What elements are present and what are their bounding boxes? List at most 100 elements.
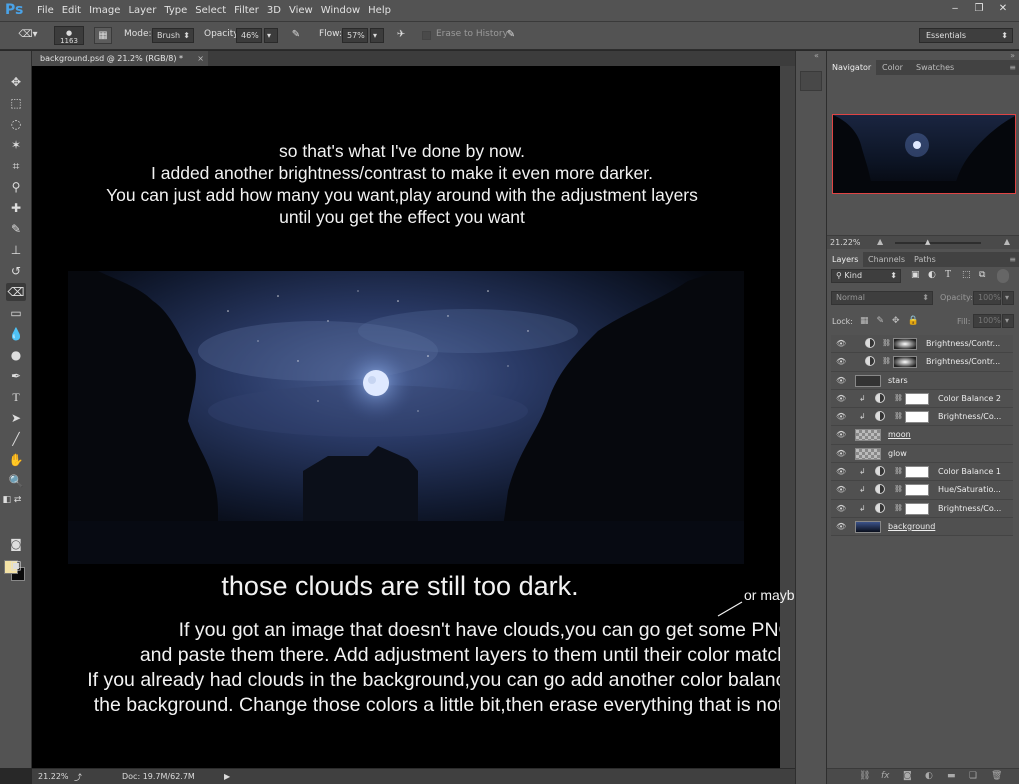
panel-menu-icon[interactable]: ≡ bbox=[1009, 255, 1016, 264]
menu-filter[interactable]: Filter bbox=[234, 0, 267, 22]
delete-layer-icon[interactable]: 🗑 bbox=[991, 771, 1002, 781]
filter-adjustment-icon[interactable]: ◐ bbox=[928, 270, 936, 280]
layer-row[interactable]: 👁 moon bbox=[831, 426, 1013, 445]
layer-opacity-field[interactable]: 100% bbox=[973, 291, 1001, 305]
filter-smart-object-icon[interactable]: ⧉ bbox=[979, 270, 985, 280]
tab-paths[interactable]: Paths bbox=[909, 252, 941, 267]
filter-pixel-icon[interactable]: ▣ bbox=[911, 270, 920, 280]
eye-icon[interactable]: 👁 bbox=[836, 394, 846, 403]
flow-dropdown[interactable]: ▾ bbox=[370, 28, 384, 43]
panel-menu-icon[interactable]: ≡ bbox=[1009, 63, 1016, 72]
eye-icon[interactable]: 👁 bbox=[836, 449, 846, 458]
menu-edit[interactable]: Edit bbox=[62, 0, 89, 22]
layer-row[interactable]: 👁 ↲ ⛓ Color Balance 1 bbox=[831, 463, 1013, 482]
layer-mask-thumbnail[interactable] bbox=[905, 411, 929, 424]
status-menu-arrow-icon[interactable]: ▶ bbox=[224, 772, 230, 781]
quick-mask-icon[interactable]: ◙ bbox=[6, 535, 26, 553]
layer-style-icon[interactable]: fx bbox=[881, 771, 890, 781]
menu-select[interactable]: Select bbox=[195, 0, 234, 22]
fill-dropdown[interactable]: ▾ bbox=[1002, 314, 1014, 328]
link-icon[interactable]: ⛓ bbox=[894, 485, 903, 493]
layer-row[interactable]: 👁 ⛓ Brightness/Contr... bbox=[831, 335, 1013, 354]
brush-panel-icon[interactable]: ▦ bbox=[94, 27, 112, 44]
crop-tool-icon[interactable]: ⌗ bbox=[6, 157, 26, 175]
layer-row[interactable]: 👁 ↲ ⛓ Brightness/Co... bbox=[831, 499, 1013, 518]
eye-icon[interactable]: 👁 bbox=[836, 467, 846, 476]
move-tool-icon[interactable]: ✥ bbox=[6, 73, 26, 91]
menu-layer[interactable]: Layer bbox=[128, 0, 164, 22]
document-canvas[interactable]: so that's what I've done by now. I added… bbox=[32, 66, 780, 768]
menu-type[interactable]: Type bbox=[164, 0, 195, 22]
eye-icon[interactable]: 👁 bbox=[836, 485, 846, 494]
mode-select[interactable]: Brush ⬍ bbox=[152, 28, 194, 43]
workspace-select[interactable]: Essentials ⬍ bbox=[919, 28, 1013, 43]
layer-row[interactable]: 👁 glow bbox=[831, 444, 1013, 464]
eye-icon[interactable]: 👁 bbox=[836, 412, 846, 421]
expand-arrows-icon[interactable]: » bbox=[1010, 51, 1015, 60]
menu-window[interactable]: Window bbox=[321, 0, 368, 22]
pressure-opacity-icon[interactable]: ✎ bbox=[287, 27, 305, 44]
filter-type-icon[interactable]: T bbox=[945, 269, 951, 280]
brush-tool-icon[interactable]: ✎ bbox=[6, 220, 26, 238]
document-tab[interactable]: background.psd @ 21.2% (RGB/8) * × bbox=[32, 51, 208, 66]
layer-mask-thumbnail[interactable] bbox=[893, 356, 917, 369]
marquee-tool-icon[interactable]: ⬚ bbox=[6, 94, 26, 112]
dodge-tool-icon[interactable]: ● bbox=[6, 346, 26, 364]
airbrush-icon[interactable]: ✈ bbox=[392, 27, 410, 44]
screen-mode-icon[interactable]: ▣ bbox=[6, 556, 26, 574]
eye-icon[interactable]: 👁 bbox=[836, 357, 846, 366]
tab-color[interactable]: Color bbox=[877, 60, 908, 75]
layer-row[interactable]: 👁 ⛓ Brightness/Contr... bbox=[831, 353, 1013, 372]
healing-brush-tool-icon[interactable]: ✚ bbox=[6, 199, 26, 217]
eye-icon[interactable]: 👁 bbox=[836, 522, 846, 531]
type-tool-icon[interactable]: T bbox=[6, 388, 26, 406]
default-colors-icon[interactable]: ◧ ⇄ bbox=[2, 491, 22, 509]
fill-field[interactable]: 100% bbox=[973, 314, 1001, 328]
layer-mask-thumbnail[interactable] bbox=[905, 502, 929, 515]
add-mask-icon[interactable]: ◙ bbox=[903, 771, 912, 781]
layer-mask-thumbnail[interactable] bbox=[905, 392, 929, 405]
eye-icon[interactable]: 👁 bbox=[836, 376, 846, 385]
menu-help[interactable]: Help bbox=[368, 0, 399, 22]
link-layers-icon[interactable]: ⛓ bbox=[859, 771, 870, 781]
erase-history-checkbox[interactable] bbox=[422, 31, 431, 40]
close-tab-icon[interactable]: × bbox=[197, 51, 204, 66]
zoom-tool-icon[interactable]: 🔍 bbox=[6, 472, 26, 490]
zoom-in-icon[interactable]: ▲ bbox=[1004, 237, 1010, 246]
layer-mask-thumbnail[interactable] bbox=[893, 338, 917, 350]
layer-mask-thumbnail[interactable] bbox=[905, 466, 929, 479]
new-adjustment-icon[interactable]: ◐ bbox=[925, 771, 933, 781]
layer-mask-thumbnail[interactable] bbox=[905, 484, 929, 497]
history-brush-tool-icon[interactable]: ↺ bbox=[6, 262, 26, 280]
layer-opacity-dropdown[interactable]: ▾ bbox=[1002, 291, 1014, 305]
eye-icon[interactable]: 👁 bbox=[836, 339, 846, 348]
zoom-slider-thumb-icon[interactable]: ▲ bbox=[925, 238, 930, 246]
link-icon[interactable]: ⛓ bbox=[894, 504, 903, 512]
magic-wand-tool-icon[interactable]: ✶ bbox=[6, 136, 26, 154]
flow-field[interactable]: 57% bbox=[342, 28, 368, 43]
menu-3d[interactable]: 3D bbox=[267, 0, 289, 22]
opacity-dropdown[interactable]: ▾ bbox=[264, 28, 278, 43]
new-group-icon[interactable]: ▬ bbox=[947, 771, 956, 781]
lock-icons[interactable]: ▦✎✥🔒 bbox=[860, 316, 927, 326]
menu-file[interactable]: File bbox=[37, 0, 62, 22]
layer-row[interactable]: 👁 ↲ ⛓ Color Balance 2 bbox=[831, 389, 1013, 409]
path-selection-tool-icon[interactable]: ➤ bbox=[6, 409, 26, 427]
lasso-tool-icon[interactable]: ◌ bbox=[6, 115, 26, 133]
new-layer-icon[interactable]: ❏ bbox=[969, 771, 977, 781]
close-button[interactable]: ✕ bbox=[993, 2, 1013, 16]
layer-row[interactable]: 👁 background bbox=[831, 517, 1013, 537]
eyedropper-tool-icon[interactable]: ⚲ bbox=[6, 178, 26, 196]
hand-tool-icon[interactable]: ✋ bbox=[6, 451, 26, 469]
status-zoom[interactable]: 21.22% bbox=[38, 772, 69, 781]
panel-dock-button[interactable] bbox=[800, 71, 822, 91]
pressure-size-icon[interactable]: ✎ bbox=[502, 27, 520, 44]
minimize-button[interactable]: ‒ bbox=[945, 2, 965, 16]
link-icon[interactable]: ⛓ bbox=[894, 394, 903, 402]
link-icon[interactable]: ⛓ bbox=[894, 467, 903, 475]
blur-tool-icon[interactable]: 💧 bbox=[6, 325, 26, 343]
export-icon[interactable]: ⤴ bbox=[74, 772, 82, 783]
menu-view[interactable]: View bbox=[289, 0, 321, 22]
pen-tool-icon[interactable]: ✒ bbox=[6, 367, 26, 385]
eraser-tool-preset-icon[interactable]: ⌫▾ bbox=[14, 27, 42, 44]
